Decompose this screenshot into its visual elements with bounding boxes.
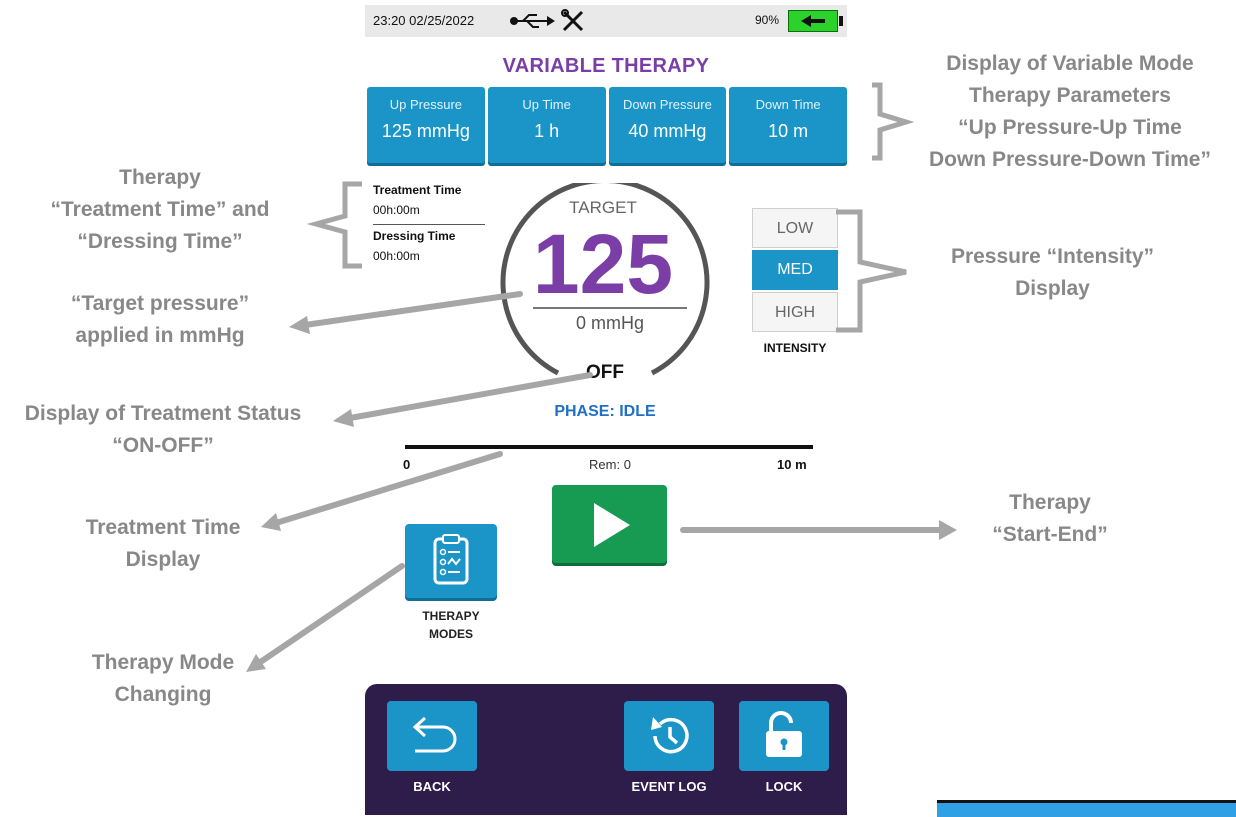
annotation-treatment-time-display: Treatment Time Display <box>50 512 276 576</box>
annotation-target-pressure: “Target pressure” applied in mmHg <box>30 288 290 352</box>
corner-panel <box>937 800 1236 817</box>
annotation-line: “Start-End” <box>992 523 1108 546</box>
annotation-mode-changing: Therapy Mode Changing <box>60 647 266 711</box>
annotation-line: applied in mmHg <box>75 324 245 347</box>
annotation-line: Therapy <box>1009 491 1091 514</box>
annotation-intensity-display: Pressure “Intensity” Display <box>915 241 1190 305</box>
annotation-treatment-status: Display of Treatment Status “ON-OFF” <box>0 398 326 462</box>
brace-intensity <box>836 209 907 333</box>
annotation-line: “Dressing Time” <box>77 230 243 253</box>
annotation-line: Changing <box>114 683 212 706</box>
annotation-therapy-times: Therapy “Treatment Time” and “Dressing T… <box>20 162 300 258</box>
annotation-params-display: Display of Variable Mode Therapy Paramet… <box>900 48 1236 176</box>
arrow-mode-change <box>256 563 405 666</box>
annotation-line: Display <box>1015 277 1090 300</box>
annotation-line: Therapy Parameters <box>969 84 1171 107</box>
arrow-treatment-status <box>347 372 593 421</box>
arrow-treatment-time <box>273 451 503 526</box>
annotation-line: Display of Variable Mode <box>946 52 1194 75</box>
annotation-line: Treatment Time <box>85 516 241 539</box>
annotation-line: Therapy <box>119 166 201 189</box>
annotation-line: Display <box>125 548 201 571</box>
annotation-line: “Target pressure” <box>70 292 250 315</box>
annotation-line: Pressure “Intensity” <box>950 245 1155 268</box>
annotation-line: “Treatment Time” and <box>50 198 270 221</box>
annotation-line: Display of Treatment Status <box>24 402 302 425</box>
annotation-line: Therapy Mode <box>91 651 235 674</box>
annotation-line: “Up Pressure-Up Time <box>958 116 1182 139</box>
annotation-line: “ON-OFF” <box>112 434 214 457</box>
annotation-start-end: Therapy “Start-End” <box>965 487 1135 551</box>
arrow-target-pressure <box>302 291 523 328</box>
brace-therapy-times <box>306 181 362 269</box>
annotation-line: Down Pressure-Down Time” <box>928 148 1211 171</box>
